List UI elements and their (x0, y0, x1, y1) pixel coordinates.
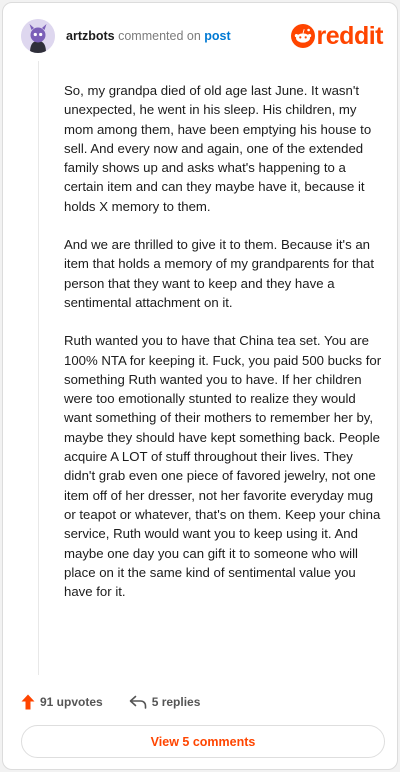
thread-line (38, 61, 39, 675)
action-text: commented on (118, 29, 201, 43)
username-link[interactable]: artzbots (66, 29, 115, 43)
reply-count: 5 replies (151, 695, 201, 709)
replies-button[interactable]: 5 replies (129, 695, 201, 709)
post-link[interactable]: post (204, 29, 230, 43)
comment-card: artzbots commented on post reddit So, my… (2, 2, 398, 770)
upvote-count: 91 upvotes (40, 695, 103, 709)
reddit-snoo-icon (290, 24, 315, 48)
comment-meta: artzbots commented on post (66, 29, 231, 43)
comment-paragraph: So, my grandpa died of old age last June… (64, 83, 372, 214)
upvote-button[interactable]: 91 upvotes (21, 694, 103, 710)
view-comments-button[interactable]: View 5 comments (21, 725, 385, 758)
reddit-logo[interactable]: reddit (290, 21, 384, 50)
comment-body: So, my grandpa died of old age last June… (64, 81, 386, 620)
reply-arrow-icon (129, 695, 147, 709)
user-avatar-icon[interactable] (21, 19, 55, 53)
upvote-arrow-icon (21, 694, 35, 710)
comment-paragraph: Ruth wanted you to have that China tea s… (64, 333, 382, 600)
comment-header: artzbots commented on post reddit (21, 17, 384, 55)
comment-actions: 91 upvotes 5 replies (21, 691, 200, 713)
reddit-wordmark: reddit (316, 21, 384, 50)
comment-paragraph: And we are thrilled to give it to them. … (64, 237, 375, 310)
